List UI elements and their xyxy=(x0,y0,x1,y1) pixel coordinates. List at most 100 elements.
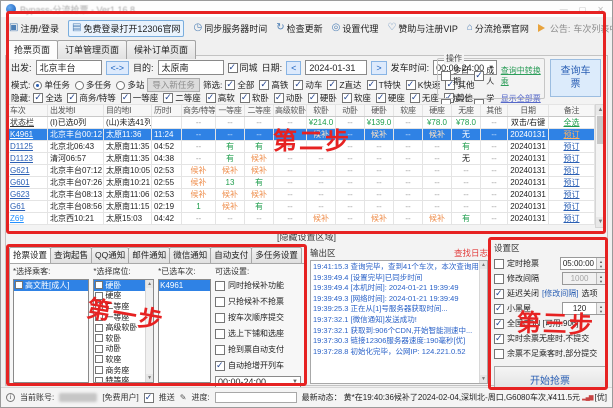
settings-tab-3[interactable]: QQ通知 xyxy=(91,247,129,263)
checkbox[interactable] xyxy=(95,366,103,374)
scroll-down-icon[interactable]: ▼ xyxy=(146,374,153,382)
selected-train-list[interactable]: K4961 xyxy=(158,279,211,383)
checkbox[interactable] xyxy=(95,355,103,363)
checkbox[interactable] xyxy=(215,297,225,307)
table-scrollbar[interactable]: ▲ ▼ xyxy=(595,104,606,228)
checkbox[interactable] xyxy=(95,324,103,332)
checkbox[interactable] xyxy=(228,63,238,73)
checkbox[interactable] xyxy=(259,80,269,90)
column-header[interactable]: 历时Ⅰ xyxy=(152,105,182,117)
table-row[interactable]: G623北京丰台08:13太原南11:0602:53候补候补候补--------… xyxy=(8,189,595,201)
train-link[interactable]: G61 xyxy=(10,202,25,211)
scroll-down-icon[interactable]: ▼ xyxy=(596,217,605,227)
column-header[interactable]: 软卧 xyxy=(307,105,336,117)
option-checkbox[interactable]: 选上下铺和选座 xyxy=(215,327,301,340)
column-header[interactable]: 日期 xyxy=(508,105,549,117)
radio[interactable] xyxy=(75,81,84,90)
column-header[interactable]: 高级软卧 xyxy=(274,105,307,117)
settings-tab-5[interactable]: 微信通知 xyxy=(169,247,211,263)
passenger-item[interactable]: 高文胜[成人] xyxy=(14,280,88,291)
date-input[interactable]: 2024-01-31 xyxy=(305,60,367,75)
settings-tab-6[interactable]: 自动支付 xyxy=(210,247,252,263)
column-header[interactable]: 一等座 xyxy=(216,105,245,117)
spinner-arrows[interactable]: ▴▾ xyxy=(596,303,605,314)
spinner[interactable]: 1000▴▾ xyxy=(562,272,606,285)
spinner[interactable]: 05:00:00▴▾ xyxy=(560,257,606,270)
settings-tab-4[interactable]: 邮件通知 xyxy=(128,247,170,263)
setting-row[interactable]: 修改间隔1000▴▾ xyxy=(494,271,606,286)
push-checkbox[interactable] xyxy=(144,393,154,403)
checkbox[interactable] xyxy=(494,334,504,344)
column-header[interactable]: 软座 xyxy=(394,105,423,117)
checkbox[interactable] xyxy=(95,302,103,310)
hide-checkbox[interactable]: 硬卧 xyxy=(308,92,337,104)
book-link[interactable]: 预订 xyxy=(564,166,580,175)
book-link[interactable]: 预订 xyxy=(564,178,580,187)
mode-radio[interactable]: 多任务 xyxy=(75,79,112,91)
checkbox[interactable] xyxy=(225,80,235,90)
settings-tab-7[interactable]: 多任务设置 xyxy=(251,247,302,263)
train-link[interactable]: D1125 xyxy=(10,142,33,151)
hide-settings-link[interactable]: [隐藏设置区域] xyxy=(7,230,606,243)
selected-train-item[interactable]: K4961 xyxy=(159,280,210,291)
search-tickets-button[interactable]: 查询车票 xyxy=(550,59,601,97)
mode-radio[interactable]: 单任务 xyxy=(33,79,70,91)
option-checkbox[interactable]: 按车次顺序提交 xyxy=(215,311,301,324)
book-link[interactable]: 预订 xyxy=(564,214,580,223)
setting-row[interactable]: 实时余票无座时,不提交 xyxy=(494,331,606,346)
import-task-button[interactable]: 导入新任务 xyxy=(147,78,200,92)
checkbox[interactable] xyxy=(95,334,103,342)
column-header[interactable]: 二等座 xyxy=(245,105,274,117)
log-output-box[interactable]: ▲ ▼ 19:41:15.3 查询完毕，查到41个车次，本次查询用时:491毫秒… xyxy=(310,260,488,384)
checkbox[interactable] xyxy=(494,259,504,269)
option-checkbox[interactable]: 同时抢候补功能 xyxy=(215,279,301,292)
column-header[interactable]: 无座 xyxy=(452,105,481,117)
checkbox[interactable] xyxy=(215,361,225,371)
book-link[interactable]: 预订 xyxy=(564,130,580,139)
checkbox[interactable] xyxy=(67,93,77,103)
setting-row[interactable]: 余票不足乘客时,部分提交 xyxy=(494,346,606,361)
multi-date-checkbox[interactable]: 多日期 xyxy=(441,65,471,87)
toolbar-item-sponsor-vip[interactable]: ♡赞助与注册VIP xyxy=(387,22,457,35)
hide-checkbox[interactable]: 高软 xyxy=(206,92,235,104)
column-header[interactable]: 硬座 xyxy=(423,105,452,117)
hide-checkbox[interactable]: 软座 xyxy=(342,92,371,104)
checkbox[interactable] xyxy=(95,292,103,300)
checkbox[interactable] xyxy=(494,289,504,299)
toolbar-item-official-site[interactable]: ⌂分流抢票官网 xyxy=(467,22,529,35)
table-row[interactable]: K4961北京丰台00:12太原11:3611:24--------候补--候补… xyxy=(8,129,595,141)
column-header[interactable]: 出发地Ⅰ xyxy=(48,105,104,117)
toolbar-item-sync-server-time[interactable]: ◷同步服务器时间 xyxy=(193,22,267,35)
toolbar-item-register-login[interactable]: ▣注册/登录 xyxy=(9,22,59,35)
page-tab-3[interactable]: 候补订单页面 xyxy=(126,40,196,59)
passenger-list[interactable]: 高文胜[成人] xyxy=(13,279,89,383)
hide-checkbox[interactable]: 动卧 xyxy=(274,92,303,104)
hide-checkbox[interactable]: 硬座 xyxy=(376,92,405,104)
checkbox[interactable] xyxy=(376,93,386,103)
checkbox[interactable] xyxy=(15,281,23,289)
setting-row[interactable]: 定时抢票05:00:00▴▾ xyxy=(494,256,606,271)
same-city-checkbox[interactable]: 同城 xyxy=(228,61,258,74)
setting-row[interactable]: 全国CDN [可用:906] xyxy=(494,316,606,331)
radio[interactable] xyxy=(33,81,42,90)
hide-checkbox[interactable]: 一等座 xyxy=(121,92,159,104)
column-header[interactable]: 动卧 xyxy=(336,105,365,117)
checkbox[interactable] xyxy=(163,93,173,103)
checkbox[interactable] xyxy=(410,93,420,103)
column-header[interactable]: 商务/特等 xyxy=(182,105,216,117)
filter-checkbox[interactable]: T特快 xyxy=(367,79,401,91)
option-checkbox[interactable]: 抢到票自动支付 xyxy=(215,343,301,356)
scroll-down-icon[interactable]: ▼ xyxy=(480,375,487,383)
hide-checkbox[interactable]: 商务/特等 xyxy=(67,92,115,104)
hide-checkbox[interactable]: 无座 xyxy=(410,92,439,104)
seat-list[interactable]: ▲ ▼ 硬卧硬座二等座一等座高级软卧软卧动卧软座商务座特等座 xyxy=(93,279,154,383)
hide-checkbox[interactable]: 软卧 xyxy=(240,92,269,104)
train-link[interactable]: Z69 xyxy=(10,214,24,223)
find-log-link[interactable]: 查找日志 xyxy=(454,247,488,259)
checkbox[interactable] xyxy=(240,93,250,103)
checkbox[interactable] xyxy=(274,93,284,103)
scroll-up-icon[interactable]: ▲ xyxy=(480,261,487,269)
adult-checkbox[interactable]: 成人 xyxy=(474,65,498,87)
table-row[interactable]: D1125北京北06:43太原南11:3504:52--有有----------… xyxy=(8,141,595,153)
close-button[interactable]: ✕ xyxy=(597,5,604,14)
